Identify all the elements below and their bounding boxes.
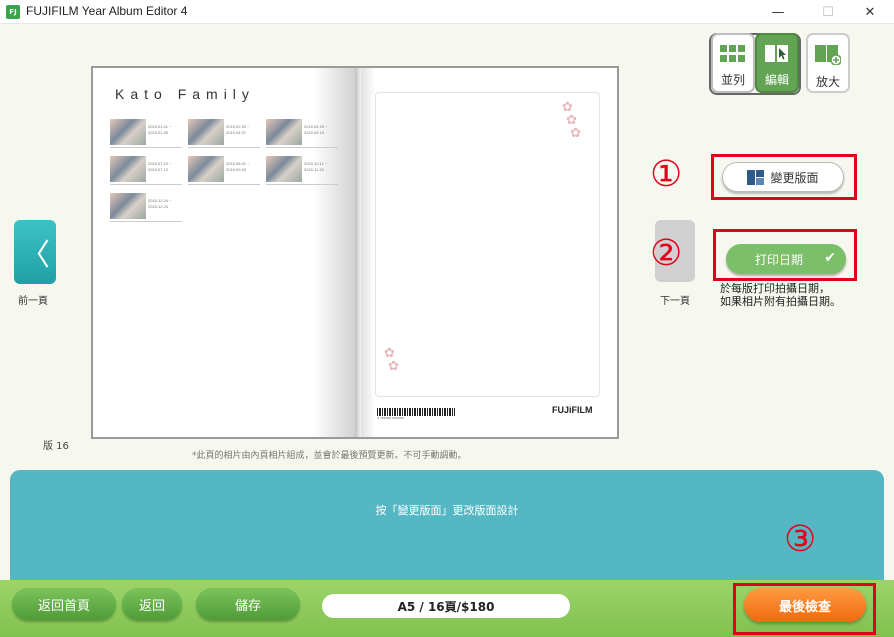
photo-thumbnail [188, 119, 224, 145]
album-spread: Kato Family 2015.01.01 ~ 2015.01.05 2015… [91, 66, 619, 439]
minimize-button[interactable]: — [758, 0, 798, 24]
right-page-frame[interactable]: ✿ ✿ ✿ ✿ ✿ [375, 92, 600, 397]
thumb-date: 2015.07.10 ~ 2015.07.10 [148, 161, 172, 172]
chevron-left-icon: 〈 [20, 238, 50, 273]
page-number: 版 16 [43, 441, 69, 452]
list-item[interactable]: 2015.08.01 ~ 2015.09.20 [188, 155, 260, 185]
change-layout-button[interactable]: 變更版面 [722, 162, 844, 192]
next-page-label: 下一頁 [660, 296, 690, 307]
app-icon: FJ [6, 5, 20, 19]
prev-page-label: 前一頁 [18, 296, 48, 307]
list-item[interactable]: 2015.07.10 ~ 2015.07.10 [110, 155, 182, 185]
edit-view-label: 編輯 [764, 73, 789, 87]
list-item[interactable]: 2015.05.15 ~ 2015.05.15 [266, 118, 338, 148]
thumb-date: 2015.02.03 ~ 2015.04.07 [226, 124, 250, 135]
thumb-date: 2015.08.01 ~ 2015.09.20 [226, 161, 250, 172]
layout-grid-icon [747, 169, 765, 185]
order-status: A5 / 16頁/$180 [322, 594, 570, 618]
instruction-text: 按「變更版面」更改版面設計 [375, 504, 519, 517]
print-date-toggle[interactable]: 打印日期 ✔ [726, 244, 846, 274]
zoom-view-label: 放大 [815, 75, 840, 89]
close-button[interactable]: ✕ [850, 0, 890, 24]
barcode-number: 9 784000 000000 [377, 416, 404, 420]
list-view-label: 並列 [720, 73, 745, 87]
callout-2-marker: ② [650, 233, 683, 274]
list-view-button[interactable]: 並列 [711, 33, 755, 93]
zoom-add-icon [815, 45, 841, 65]
home-button[interactable]: 返回首頁 [12, 588, 116, 620]
instruction-panel: 按「變更版面」更改版面設計 [10, 470, 884, 582]
photo-thumbnail [188, 156, 224, 182]
photo-thumbnail [110, 156, 146, 182]
blossom-decoration-top: ✿ ✿ ✿ [562, 100, 582, 141]
print-date-description: 於每版打印拍攝日期， 如果相片附有拍攝日期。 [720, 282, 890, 308]
print-date-label: 打印日期 [754, 252, 803, 267]
thumb-date: 2015.12.24 ~ 2015.12.24 [148, 198, 172, 209]
list-item[interactable]: 2015.12.24 ~ 2015.12.24 [110, 192, 182, 222]
change-layout-label: 變更版面 [770, 170, 819, 185]
zoom-view-button[interactable]: 放大 [806, 33, 850, 93]
grid-view-icon [720, 45, 745, 62]
check-icon: ✔ [824, 250, 836, 266]
save-button[interactable]: 儲存 [196, 588, 300, 620]
final-check-button[interactable]: 最後檢查 [744, 588, 866, 622]
auto-update-note: *此頁的相片由內頁相片組成，並會於最後預覽更新。不可手動調動。 [192, 451, 467, 461]
edit-cursor-icon [765, 45, 788, 62]
print-date-desc-line-1: 於每版打印拍攝日期， [720, 282, 830, 295]
barcode [377, 408, 455, 416]
fujifilm-logo: FUJiFILM [552, 405, 593, 415]
list-item[interactable]: 2015.02.03 ~ 2015.04.07 [188, 118, 260, 148]
callout-1-marker: ① [650, 154, 683, 195]
thumb-date: 2015.10.11 ~ 2015.11.15 [304, 161, 328, 172]
print-date-desc-line-2: 如果相片附有拍攝日期。 [720, 295, 841, 308]
photo-thumbnail [266, 119, 302, 145]
list-item[interactable]: 2015.10.11 ~ 2015.11.15 [266, 155, 338, 185]
edit-view-button[interactable]: 編輯 [755, 33, 799, 93]
right-page-shade [361, 68, 375, 437]
prev-page-button[interactable]: 〈 [14, 220, 56, 284]
window-title: FUJIFILM Year Album Editor 4 [26, 4, 188, 18]
photo-thumbnail [266, 156, 302, 182]
list-item[interactable]: 2015.01.01 ~ 2015.01.05 [110, 118, 182, 148]
maximize-button[interactable]: ☐ [808, 0, 848, 24]
album-title: Kato Family [115, 86, 255, 102]
back-button[interactable]: 返回 [122, 588, 182, 620]
photo-thumbnail [110, 193, 146, 219]
photo-thumbnail [110, 119, 146, 145]
blossom-decoration-bottom: ✿ ✿ [384, 346, 400, 374]
thumb-date: 2015.01.01 ~ 2015.01.05 [148, 124, 172, 135]
callout-3-marker: ③ [784, 519, 817, 560]
thumb-date: 2015.05.15 ~ 2015.05.15 [304, 124, 328, 135]
